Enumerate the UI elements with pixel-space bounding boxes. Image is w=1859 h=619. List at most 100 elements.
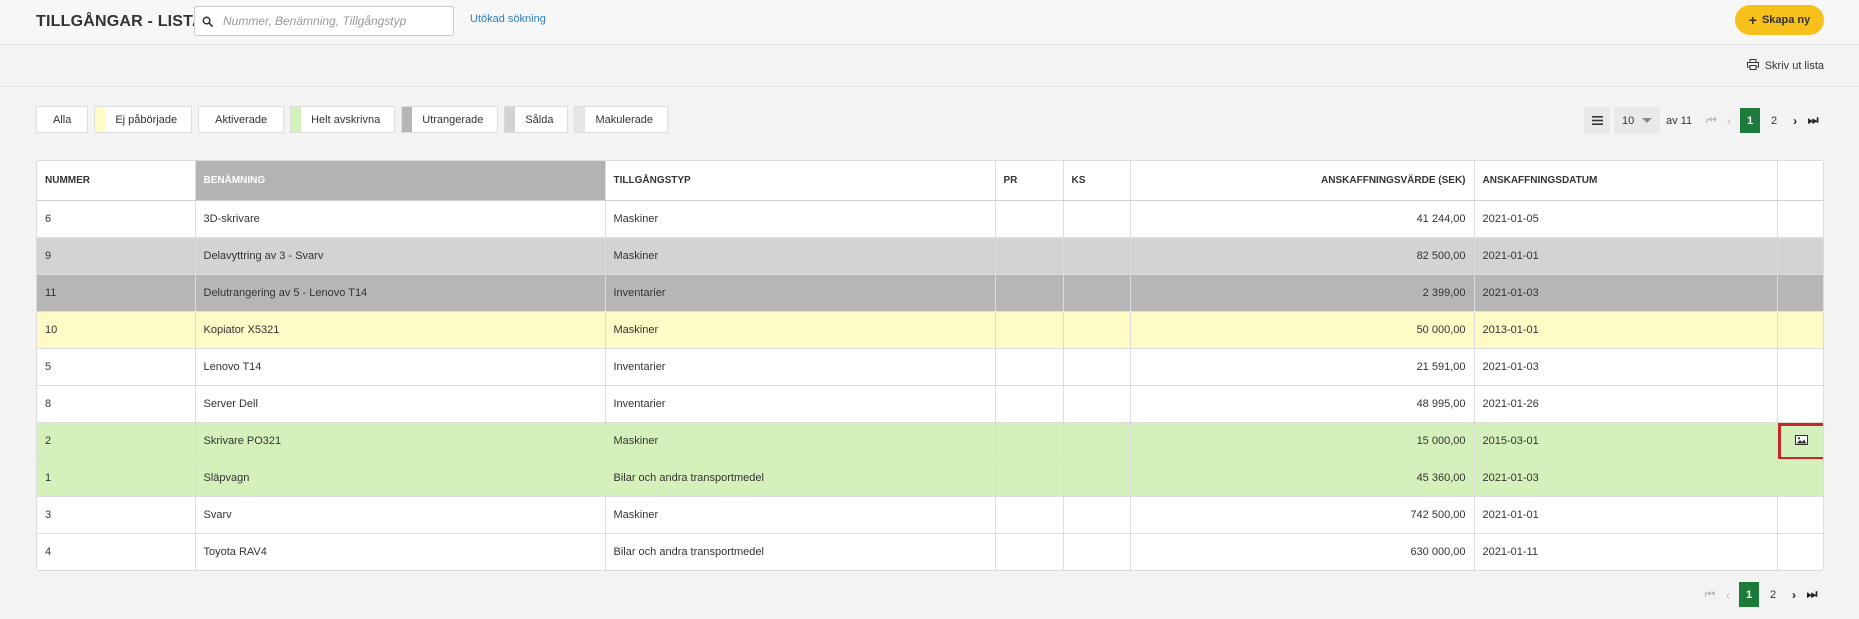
column-header-name[interactable]: BENÄMNING — [195, 161, 606, 201]
cell-number: 3 — [37, 496, 196, 534]
cell-date: 2015-03-01 — [1474, 422, 1778, 460]
filter-retired[interactable]: Utrangerade — [401, 106, 499, 133]
cell-ks — [1063, 348, 1131, 386]
cell-name: Skrivare PO321 — [195, 422, 606, 460]
page-title: TILLGÅNGAR - LISTA — [36, 13, 204, 30]
cell-actions — [1777, 496, 1823, 534]
cell-value: 45 360,00 — [1130, 459, 1475, 497]
filter-label: Aktiverade — [215, 113, 268, 126]
cell-number: 2 — [37, 422, 196, 460]
last-page-icon[interactable]: ⏭ — [1804, 113, 1822, 128]
table-row[interactable]: 9 Delavyttring av 3 - Svarv Maskiner 82 500… — [37, 237, 1823, 275]
cell-value: 15 000,00 — [1130, 422, 1475, 460]
table-row[interactable]: 3 Svarv Maskiner 742 500,00 2021-01-01 — [37, 496, 1823, 534]
top-header: TILLGÅNGAR - LISTA Utökad sökning + Skap… — [0, 0, 1859, 45]
cell-number: 4 — [37, 533, 196, 570]
cell-value: 2 399,00 — [1130, 274, 1475, 312]
pagination-bottom: ⏮ ‹ 1 2 › ⏭ — [1701, 582, 1821, 607]
cell-actions — [1777, 385, 1823, 423]
filter-not-started[interactable]: Ej påbörjade — [94, 106, 193, 133]
table-row[interactable]: 6 3D-skrivare Maskiner 41 244,00 2021-01-05 — [37, 200, 1823, 238]
table-row[interactable]: 2 Skrivare PO321 Maskiner 15 000,00 2015-03-… — [37, 422, 1823, 460]
cell-type: Inventarier — [605, 274, 996, 312]
create-new-button[interactable]: + Skapa ny — [1735, 5, 1824, 35]
image-attachment-button[interactable] — [1777, 422, 1823, 458]
cell-actions — [1777, 533, 1823, 570]
cell-value: 50 000,00 — [1130, 311, 1475, 349]
cell-name: Delutrangering av 5 - Lenovo T14 — [195, 274, 606, 312]
filter-fully-depreciated[interactable]: Helt avskrivna — [290, 106, 396, 133]
cell-value: 82 500,00 — [1130, 237, 1475, 275]
page-2-button[interactable]: 2 — [1763, 582, 1783, 607]
status-swatch — [575, 107, 586, 132]
cell-pr — [995, 385, 1064, 423]
table-row[interactable]: 5 Lenovo T14 Inventarier 21 591,00 2021-01-0… — [37, 348, 1823, 386]
cell-actions — [1777, 237, 1823, 275]
cell-number: 11 — [37, 274, 196, 312]
cell-type: Bilar och andra transportmedel — [605, 533, 996, 570]
create-new-label: Skapa ny — [1761, 14, 1811, 26]
filter-label: Ej påbörjade — [115, 113, 178, 126]
cell-name: Toyota RAV4 — [195, 533, 606, 570]
status-filters: Alla Ej påbörjade Aktiverade Helt avskri… — [36, 106, 674, 133]
advanced-search-link[interactable]: Utökad sökning — [470, 13, 546, 25]
cell-date: 2021-01-03 — [1474, 459, 1778, 497]
cell-value: 21 591,00 — [1130, 348, 1475, 386]
filter-label: Makulerade — [595, 113, 653, 126]
page-size-select[interactable]: 10 — [1614, 107, 1660, 134]
filter-voided[interactable]: Makulerade — [574, 106, 668, 133]
cell-pr — [995, 348, 1064, 386]
status-swatch — [291, 107, 302, 132]
cell-ks — [1063, 200, 1131, 238]
page-1-button[interactable]: 1 — [1739, 582, 1759, 607]
cell-value: 742 500,00 — [1130, 496, 1475, 534]
column-header-value[interactable]: ANSKAFFNINGSVÄRDE (SEK) — [1130, 161, 1475, 201]
cell-type: Maskiner — [605, 422, 996, 460]
table-row[interactable]: 4 Toyota RAV4 Bilar och andra transportmed… — [37, 533, 1823, 570]
search-box[interactable] — [194, 6, 454, 36]
print-list-label: Skriv ut lista — [1764, 60, 1824, 72]
status-swatch — [95, 107, 106, 132]
cell-ks — [1063, 422, 1131, 460]
cell-number: 10 — [37, 311, 196, 349]
previous-page-icon[interactable]: ‹ — [1720, 114, 1738, 128]
cell-pr — [995, 200, 1064, 238]
filter-all[interactable]: Alla — [36, 106, 89, 133]
table-row[interactable]: 11 Delutrangering av 5 - Lenovo T14 Invent… — [37, 274, 1823, 312]
cell-pr — [995, 459, 1064, 497]
column-header-date[interactable]: ANSKAFFNINGSDATUM — [1474, 161, 1778, 201]
cell-date: 2021-01-03 — [1474, 274, 1778, 312]
print-list-button[interactable]: Skriv ut lista — [1746, 59, 1824, 73]
cell-type: Maskiner — [605, 496, 996, 534]
status-swatch — [402, 107, 413, 132]
cell-type: Maskiner — [605, 311, 996, 349]
column-header-ks[interactable]: KS — [1063, 161, 1131, 201]
last-page-icon[interactable]: ⏭ — [1803, 587, 1821, 602]
cell-name: Släpvagn — [195, 459, 606, 497]
cell-value: 48 995,00 — [1130, 385, 1475, 423]
first-page-icon[interactable]: ⏮ — [1702, 113, 1720, 128]
list-view-button[interactable] — [1584, 107, 1610, 134]
column-header-number[interactable]: NUMMER — [37, 161, 196, 201]
filter-sold[interactable]: Sålda — [504, 106, 569, 133]
next-page-icon[interactable]: › — [1786, 114, 1804, 128]
table-row[interactable]: 8 Server Dell Inventarier 48 995,00 2021-01-… — [37, 385, 1823, 423]
cell-number: 6 — [37, 200, 196, 238]
page-1-button[interactable]: 1 — [1740, 108, 1761, 133]
search-input[interactable] — [219, 8, 445, 34]
table-row[interactable]: 1 Släpvagn Bilar och andra transportmedel 4… — [37, 459, 1823, 497]
filter-activated[interactable]: Aktiverade — [198, 106, 285, 133]
previous-page-icon[interactable]: ‹ — [1719, 588, 1737, 602]
cell-pr — [995, 274, 1064, 312]
column-header-pr[interactable]: PR — [995, 161, 1064, 201]
page-count-label: av 11 — [1666, 114, 1693, 127]
first-page-icon[interactable]: ⏮ — [1701, 587, 1719, 602]
table-row[interactable]: 10 Kopiator X5321 Maskiner 50 000,00 2013-01… — [37, 311, 1823, 349]
column-header-type[interactable]: TILLGÅNGSTYP — [605, 161, 996, 201]
cell-type: Maskiner — [605, 237, 996, 275]
page-2-button[interactable]: 2 — [1764, 108, 1784, 133]
cell-pr — [995, 311, 1064, 349]
next-page-icon[interactable]: › — [1785, 588, 1803, 602]
cell-name: 3D-skrivare — [195, 200, 606, 238]
cell-name: Server Dell — [195, 385, 606, 423]
